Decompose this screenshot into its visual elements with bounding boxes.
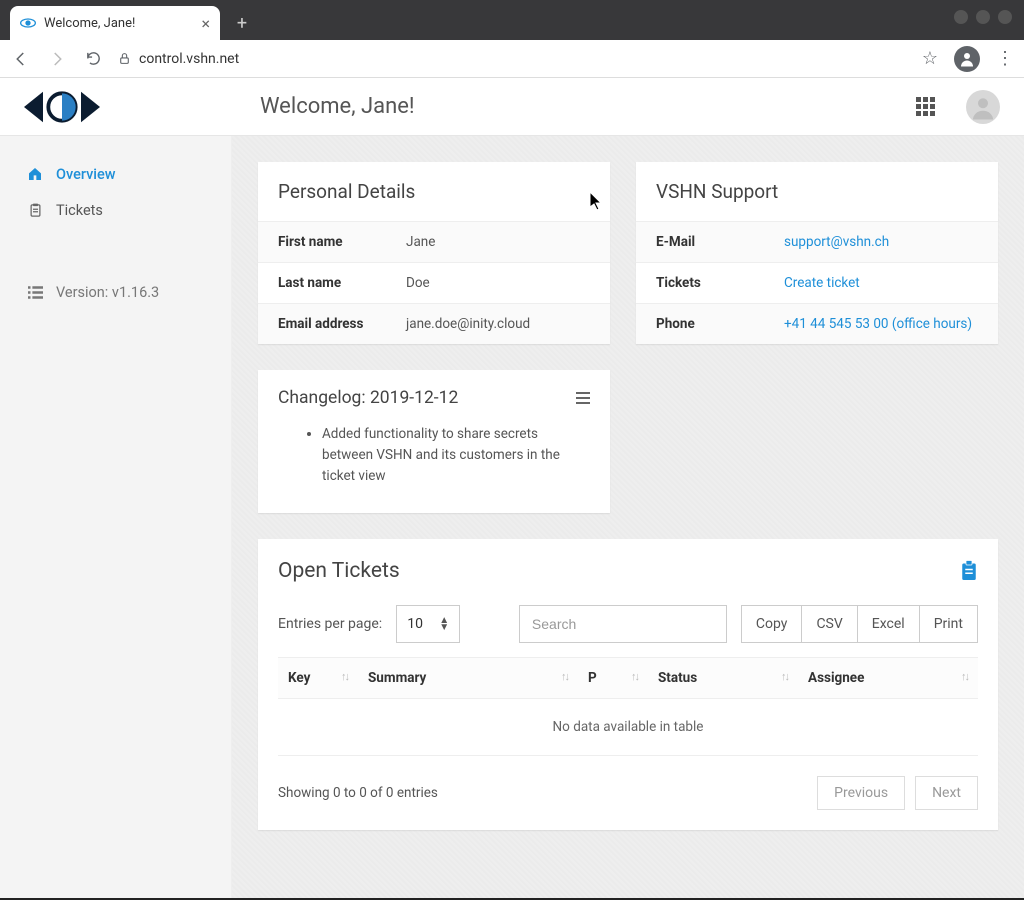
changelog-title: Changelog: 2019-12-12 <box>278 388 458 408</box>
window-maximize-icon[interactable] <box>976 10 990 24</box>
support-email-link[interactable]: support@vshn.ch <box>784 234 978 250</box>
csv-button[interactable]: CSV <box>802 605 857 643</box>
changelog-list-icon[interactable] <box>576 392 590 404</box>
support-card: VSHN Support E-Mailsupport@vshn.ch Ticke… <box>636 162 998 344</box>
browser-menu-button[interactable]: ⋮ <box>996 48 1014 69</box>
clipboard-icon[interactable] <box>960 560 978 582</box>
sidebar-item-overview[interactable]: Overview <box>0 156 231 192</box>
personal-details-card: Personal Details First nameJane Last nam… <box>258 162 610 344</box>
tab-title: Welcome, Jane! <box>44 16 135 31</box>
app-header: Welcome, Jane! <box>0 78 1024 136</box>
browser-tab-strip: Welcome, Jane! × + <box>0 0 1024 40</box>
lock-icon <box>118 52 131 65</box>
label: Email address <box>278 316 406 332</box>
select-arrows-icon: ▲▼ <box>439 617 449 631</box>
value: Jane <box>406 234 590 250</box>
bookmark-icon[interactable]: ☆ <box>922 48 938 69</box>
reload-button[interactable] <box>82 48 104 70</box>
card-title: VSHN Support <box>636 162 998 221</box>
browser-tab[interactable]: Welcome, Jane! × <box>10 6 220 40</box>
col-key[interactable]: Key↑↓ <box>278 657 358 698</box>
card-title: Personal Details <box>258 162 610 221</box>
main-content: Personal Details First nameJane Last nam… <box>232 136 1024 898</box>
clipboard-icon <box>26 201 44 219</box>
previous-button[interactable]: Previous <box>817 776 905 810</box>
url-text: control.vshn.net <box>139 51 239 67</box>
col-p[interactable]: P↑↓ <box>578 657 648 698</box>
copy-button[interactable]: Copy <box>741 605 803 643</box>
entries-value: 10 <box>407 616 423 632</box>
window-close-icon[interactable] <box>998 10 1012 24</box>
window-controls[interactable] <box>954 10 1012 24</box>
new-tab-button[interactable]: + <box>228 9 256 37</box>
avatar[interactable] <box>966 90 1000 124</box>
entries-per-page-label: Entries per page: <box>278 616 382 632</box>
label: First name <box>278 234 406 250</box>
table-empty-message: No data available in table <box>278 698 978 755</box>
search-input[interactable] <box>519 605 727 643</box>
profile-button[interactable] <box>954 46 980 72</box>
sidebar-label: Tickets <box>56 202 103 219</box>
changelog-card: Changelog: 2019-12-12 Added functionalit… <box>258 370 610 513</box>
label: Last name <box>278 275 406 291</box>
home-icon <box>26 165 44 183</box>
sidebar-item-tickets[interactable]: Tickets <box>0 192 231 228</box>
label: Phone <box>656 316 784 332</box>
version-text: Version: v1.16.3 <box>56 284 159 301</box>
label: Tickets <box>656 275 784 291</box>
apps-icon[interactable] <box>916 97 936 117</box>
sidebar: Overview Tickets Version: v1.16.3 <box>0 136 232 898</box>
tickets-table: Key↑↓ Summary↑↓ P↑↓ Status↑↓ Assignee↑↓ … <box>278 657 978 756</box>
sidebar-label: Overview <box>56 166 116 183</box>
address-bar: control.vshn.net ☆ ⋮ <box>0 40 1024 78</box>
sidebar-version: Version: v1.16.3 <box>0 274 231 310</box>
open-tickets-card: Open Tickets Entries per page: 10 ▲▼ <box>258 539 998 830</box>
eye-icon <box>20 15 36 31</box>
list-icon <box>26 283 44 301</box>
col-summary[interactable]: Summary↑↓ <box>358 657 578 698</box>
app-logo[interactable] <box>24 88 100 126</box>
value: Doe <box>406 275 590 291</box>
create-ticket-link[interactable]: Create ticket <box>784 275 978 291</box>
forward-button[interactable] <box>46 48 68 70</box>
url-field[interactable]: control.vshn.net <box>118 45 908 73</box>
value: jane.doe@inity.cloud <box>406 316 590 332</box>
next-button[interactable]: Next <box>915 776 978 810</box>
window-minimize-icon[interactable] <box>954 10 968 24</box>
col-assignee[interactable]: Assignee↑↓ <box>798 657 978 698</box>
table-showing-text: Showing 0 to 0 of 0 entries <box>278 785 438 801</box>
tickets-title: Open Tickets <box>278 559 400 583</box>
entries-per-page-select[interactable]: 10 ▲▼ <box>396 605 460 643</box>
back-button[interactable] <box>10 48 32 70</box>
changelog-entry: Added functionality to share secrets bet… <box>322 424 590 487</box>
page-title: Welcome, Jane! <box>260 94 415 119</box>
excel-button[interactable]: Excel <box>858 605 920 643</box>
close-icon[interactable]: × <box>201 14 210 33</box>
col-status[interactable]: Status↑↓ <box>648 657 798 698</box>
print-button[interactable]: Print <box>920 605 978 643</box>
support-phone-link[interactable]: +41 44 545 53 00 (office hours) <box>784 316 978 332</box>
label: E-Mail <box>656 234 784 250</box>
